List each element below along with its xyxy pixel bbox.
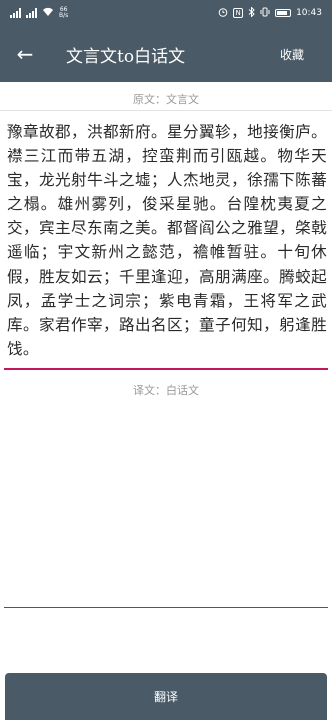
signal-icon (10, 8, 21, 18)
translate-button[interactable]: 翻译 (5, 673, 327, 720)
app-bar: ← 文言文to白话文 收藏 (0, 26, 332, 82)
back-button[interactable]: ← (0, 26, 50, 82)
alarm-icon (218, 7, 228, 20)
status-left-group: 66 B/s (10, 7, 68, 20)
wifi-icon (42, 7, 54, 20)
bluetooth-icon (248, 5, 255, 20)
status-bar: 66 B/s N 10:43 (0, 0, 332, 26)
collect-button[interactable]: 收藏 (280, 46, 332, 63)
network-speed: 66 B/s (59, 7, 68, 19)
translation-output[interactable] (4, 392, 328, 604)
source-text-input[interactable]: 豫章故郡，洪都新府。星分翼轸，地接衡庐。襟三江而带五湖，控蛮荆而引瓯越。物华天宝… (7, 120, 327, 368)
signal-icon (26, 8, 37, 18)
source-section-label: 原文：文言文 (133, 93, 199, 106)
translation-output-underline (4, 607, 328, 608)
back-arrow-icon: ← (16, 42, 34, 66)
source-input-underline (4, 368, 328, 370)
status-right-group: N 10:43 (218, 5, 322, 20)
page-title: 文言文to白话文 (66, 46, 186, 67)
nfc-icon: N (233, 8, 244, 18)
vibrate-icon (260, 7, 270, 20)
divider (0, 110, 332, 111)
status-time: 10:43 (296, 8, 322, 18)
battery-icon (275, 9, 292, 17)
network-speed-unit: B/s (59, 12, 69, 19)
